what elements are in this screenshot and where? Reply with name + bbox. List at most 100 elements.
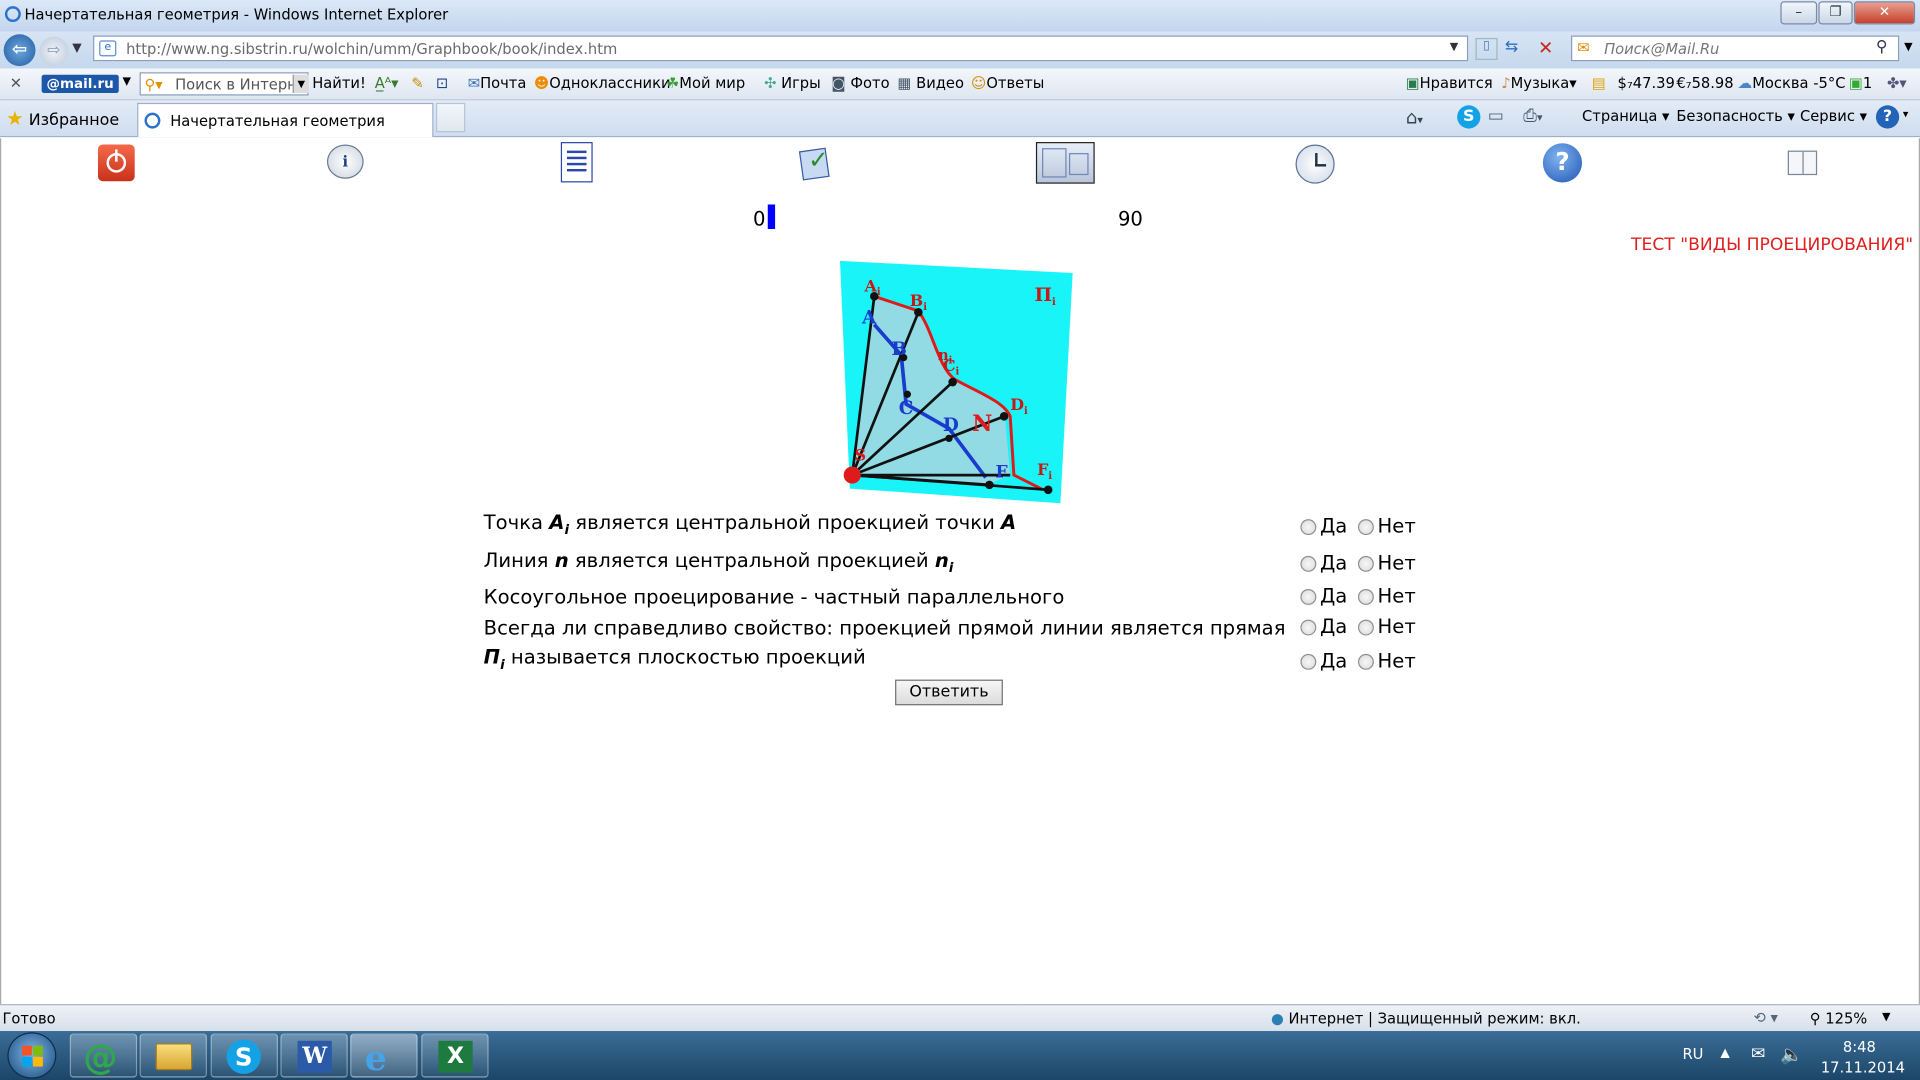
- home-icon[interactable]: ⌂▾: [1406, 107, 1423, 129]
- toolbar-close-icon[interactable]: ✕: [10, 75, 22, 92]
- link-video[interactable]: ▦ Видео: [898, 75, 964, 92]
- contents-icon[interactable]: [560, 142, 593, 183]
- close-button[interactable]: ✕: [1853, 1, 1916, 25]
- highlight-icon[interactable]: ✎: [411, 75, 423, 92]
- link-mail-label: Почта: [480, 74, 527, 92]
- taskbar-skype[interactable]: S: [210, 1033, 278, 1078]
- eur-rate: €₇58.98: [1676, 74, 1734, 92]
- taskbar-explorer[interactable]: [139, 1033, 207, 1078]
- taskbar-word[interactable]: W: [280, 1033, 348, 1078]
- folder-icon: [155, 1043, 193, 1071]
- toolbar-search-dropdown-icon[interactable]: ▼: [292, 74, 309, 94]
- protected-mode-icon[interactable]: ⟲ ▾: [1753, 1009, 1777, 1026]
- feeds-icon[interactable]: ▭: [1488, 107, 1504, 127]
- security-menu[interactable]: Безопасность ▾: [1676, 108, 1795, 125]
- translate-icon[interactable]: A̲ᴬ▾: [375, 75, 399, 92]
- favorites-button[interactable]: ★ Избранное: [6, 107, 119, 130]
- volume-icon[interactable]: 🔈: [1780, 1043, 1803, 1065]
- video-icon: ▦: [897, 74, 912, 92]
- q3-yes-radio[interactable]: [1300, 588, 1317, 605]
- link-moy-mir[interactable]: ☘Мой мир: [666, 75, 745, 92]
- zoom-level[interactable]: ⚲ 125%: [1810, 1010, 1867, 1027]
- screen: Начертательная геометрия - Windows Inter…: [0, 0, 1920, 1080]
- svg-text:A: A: [861, 307, 877, 328]
- stop-icon[interactable]: ✕: [1538, 37, 1553, 59]
- security-zone[interactable]: ● Интернет | Защищенный режим: вкл.: [1271, 1010, 1581, 1027]
- test-check-icon[interactable]: ✓: [798, 144, 835, 181]
- print-icon[interactable]: ⎙▾: [1523, 107, 1542, 127]
- q2-yes-radio[interactable]: [1300, 555, 1317, 572]
- new-tab-button[interactable]: [435, 102, 466, 133]
- search-options-icon[interactable]: ▼: [1904, 42, 1912, 54]
- notes-icon[interactable]: ▤: [1592, 75, 1606, 92]
- address-dropdown-icon[interactable]: ▼: [1450, 42, 1458, 54]
- q3-no-label: Нет: [1377, 584, 1416, 608]
- tab-current[interactable]: Начертательная геометрия: [137, 102, 434, 138]
- clock-time[interactable]: 8:48: [1843, 1038, 1876, 1055]
- music-button[interactable]: ♪Музыка▾: [1501, 75, 1576, 92]
- q5-yes-radio[interactable]: [1300, 653, 1317, 670]
- search-field[interactable]: ✉ Поиск@Mail.Ru ⚲: [1571, 35, 1900, 62]
- zoom-dropdown-icon[interactable]: ▼: [1882, 1011, 1890, 1023]
- help-menu-icon[interactable]: ?: [1875, 105, 1900, 129]
- address-field[interactable]: e http://www.ng.sibstrin.ru/wolchin/umm/…: [93, 35, 1469, 62]
- clock-date[interactable]: 17.11.2014: [1821, 1059, 1905, 1076]
- mailru-menu-icon[interactable]: ▼: [122, 76, 130, 88]
- like-button[interactable]: ▣Нравится: [1406, 75, 1493, 92]
- usd-rate: $₇47.39: [1617, 74, 1675, 92]
- q5-no-radio[interactable]: [1357, 653, 1374, 670]
- link-mail[interactable]: ✉Почта: [468, 75, 527, 92]
- help-dropdown-icon[interactable]: ▾: [1903, 109, 1909, 121]
- taskbar-ie[interactable]: e: [350, 1033, 418, 1079]
- mailru-logo[interactable]: @mail.ru: [41, 74, 119, 94]
- toolbar-search-field[interactable]: ⚲▾ Поиск в Интернете ▼: [139, 72, 309, 96]
- submit-button[interactable]: Ответить: [895, 679, 1003, 706]
- exit-icon[interactable]: [97, 144, 135, 182]
- refresh-icon[interactable]: ⇆: [1505, 38, 1518, 56]
- q1-yes-radio[interactable]: [1300, 519, 1317, 536]
- minimize-button[interactable]: –: [1780, 1, 1818, 25]
- start-button[interactable]: [7, 1032, 57, 1079]
- q4-no-label: Нет: [1377, 614, 1416, 638]
- forward-button[interactable]: ⇨: [39, 36, 69, 67]
- music-dropdown-icon: ▾: [1569, 74, 1577, 92]
- taskbar-excel[interactable]: X: [421, 1033, 489, 1078]
- q3-no-radio[interactable]: [1357, 588, 1374, 605]
- question-3: Косоугольное проецирование - частный пар…: [483, 585, 1065, 609]
- progress-track: [767, 202, 1148, 229]
- globe-icon: ●: [1271, 1010, 1284, 1028]
- compat-view-icon[interactable]: ▯: [1475, 37, 1498, 61]
- skype-icon[interactable]: S: [1457, 105, 1481, 129]
- toolbar-more-icon[interactable]: ✤▾: [1887, 75, 1907, 92]
- history-dropdown-icon[interactable]: ▼: [72, 42, 81, 55]
- zoom-icon[interactable]: ⊡: [436, 75, 448, 92]
- help-icon[interactable]: ?: [1542, 143, 1583, 183]
- page-menu[interactable]: Страница ▾: [1582, 108, 1669, 125]
- language-indicator[interactable]: RU: [1682, 1046, 1703, 1063]
- search-icon[interactable]: ⚲: [1876, 38, 1888, 56]
- q4-yes-radio[interactable]: [1300, 619, 1317, 636]
- maximize-button[interactable]: ❐: [1818, 1, 1853, 25]
- back-button[interactable]: ⇦: [3, 34, 36, 67]
- info-icon[interactable]: i: [326, 144, 364, 179]
- link-games[interactable]: ✣ Игры: [764, 75, 821, 92]
- svg-text:C: C: [899, 398, 914, 419]
- taskbar-mailru-agent[interactable]: @: [69, 1033, 138, 1078]
- q2-no-radio[interactable]: [1357, 555, 1374, 572]
- timer-icon[interactable]: [1295, 144, 1335, 184]
- link-photo[interactable]: ◙ Фото: [831, 75, 889, 92]
- tab-title: Начертательная геометрия: [170, 112, 385, 130]
- find-button[interactable]: Найти!: [312, 75, 366, 92]
- svg-text:F: F: [996, 463, 1008, 483]
- tray-mail-icon[interactable]: ✉: [1751, 1044, 1765, 1064]
- q4-no-radio[interactable]: [1357, 619, 1374, 636]
- link-answers[interactable]: ☺Ответы: [971, 75, 1044, 92]
- drawing-icon[interactable]: [1035, 142, 1095, 184]
- q1-no-radio[interactable]: [1357, 519, 1374, 536]
- mail-counter[interactable]: ▣1: [1849, 75, 1872, 92]
- link-odnoklassniki[interactable]: ☻Одноклассники: [534, 75, 671, 92]
- book-icon[interactable]: [1787, 150, 1818, 176]
- tray-expand-icon[interactable]: ▲: [1720, 1047, 1729, 1060]
- weather[interactable]: ☁Москва -5°C: [1738, 75, 1846, 92]
- service-menu[interactable]: Сервис ▾: [1800, 108, 1867, 125]
